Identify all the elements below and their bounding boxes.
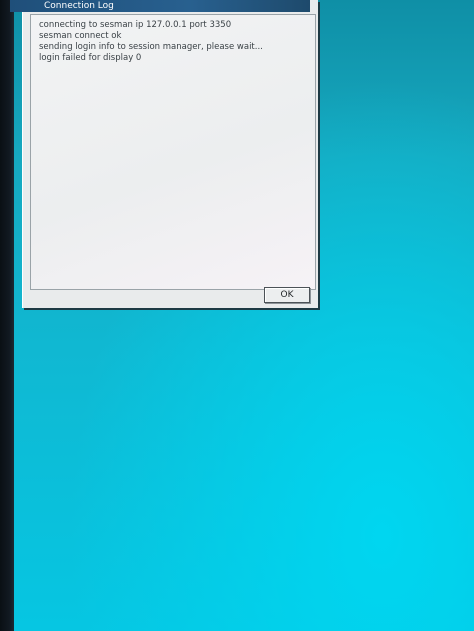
log-line: sending login info to session manager, p… [39,42,263,52]
connection-log-text: connecting to sesman ip 127.0.0.1 port 3… [30,14,316,290]
log-line: sesman connect ok [39,31,122,41]
ok-button[interactable]: OK [264,287,310,303]
log-line: login failed for display 0 [39,53,142,63]
window-titlebar[interactable]: Connection Log [10,0,310,12]
log-line: connecting to sesman ip 127.0.0.1 port 3… [39,20,232,30]
screen-bezel [0,0,14,631]
window-title: Connection Log [44,1,114,11]
